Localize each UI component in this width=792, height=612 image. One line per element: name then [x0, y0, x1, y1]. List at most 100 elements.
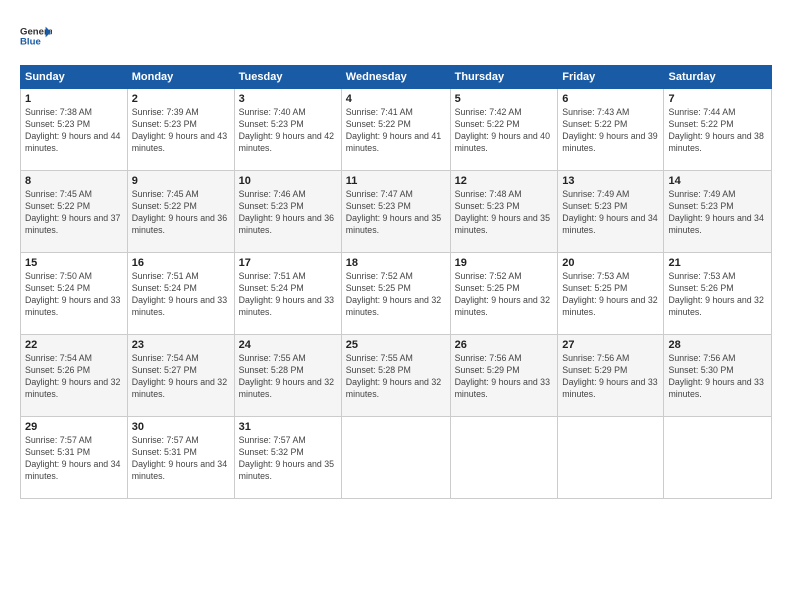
- day-cell: 4 Sunrise: 7:41 AMSunset: 5:22 PMDayligh…: [341, 89, 450, 171]
- week-row-2: 8 Sunrise: 7:45 AMSunset: 5:22 PMDayligh…: [21, 171, 772, 253]
- day-info: Sunrise: 7:54 AMSunset: 5:26 PMDaylight:…: [25, 353, 120, 399]
- day-number: 18: [346, 257, 446, 269]
- day-number: 9: [132, 175, 230, 187]
- day-cell: [450, 417, 558, 499]
- day-cell: 22 Sunrise: 7:54 AMSunset: 5:26 PMDaylig…: [21, 335, 128, 417]
- day-number: 19: [455, 257, 554, 269]
- day-info: Sunrise: 7:51 AMSunset: 5:24 PMDaylight:…: [239, 271, 334, 317]
- day-info: Sunrise: 7:45 AMSunset: 5:22 PMDaylight:…: [132, 189, 227, 235]
- day-info: Sunrise: 7:55 AMSunset: 5:28 PMDaylight:…: [239, 353, 334, 399]
- day-number: 8: [25, 175, 123, 187]
- day-number: 6: [562, 93, 659, 105]
- day-cell: 13 Sunrise: 7:49 AMSunset: 5:23 PMDaylig…: [558, 171, 664, 253]
- day-number: 31: [239, 421, 337, 433]
- day-cell: 11 Sunrise: 7:47 AMSunset: 5:23 PMDaylig…: [341, 171, 450, 253]
- day-cell: [341, 417, 450, 499]
- logo: General Blue: [20, 18, 52, 57]
- day-cell: 8 Sunrise: 7:45 AMSunset: 5:22 PMDayligh…: [21, 171, 128, 253]
- day-info: Sunrise: 7:42 AMSunset: 5:22 PMDaylight:…: [455, 107, 550, 153]
- weekday-header-monday: Monday: [127, 66, 234, 89]
- day-cell: 27 Sunrise: 7:56 AMSunset: 5:29 PMDaylig…: [558, 335, 664, 417]
- day-info: Sunrise: 7:38 AMSunset: 5:23 PMDaylight:…: [25, 107, 120, 153]
- day-cell: 1 Sunrise: 7:38 AMSunset: 5:23 PMDayligh…: [21, 89, 128, 171]
- day-cell: 18 Sunrise: 7:52 AMSunset: 5:25 PMDaylig…: [341, 253, 450, 335]
- weekday-header-tuesday: Tuesday: [234, 66, 341, 89]
- weekday-header-wednesday: Wednesday: [341, 66, 450, 89]
- day-number: 5: [455, 93, 554, 105]
- day-cell: [664, 417, 772, 499]
- day-number: 7: [668, 93, 767, 105]
- day-info: Sunrise: 7:51 AMSunset: 5:24 PMDaylight:…: [132, 271, 227, 317]
- day-info: Sunrise: 7:53 AMSunset: 5:25 PMDaylight:…: [562, 271, 657, 317]
- day-info: Sunrise: 7:57 AMSunset: 5:31 PMDaylight:…: [132, 435, 227, 481]
- day-info: Sunrise: 7:47 AMSunset: 5:23 PMDaylight:…: [346, 189, 441, 235]
- day-cell: 5 Sunrise: 7:42 AMSunset: 5:22 PMDayligh…: [450, 89, 558, 171]
- week-row-1: 1 Sunrise: 7:38 AMSunset: 5:23 PMDayligh…: [21, 89, 772, 171]
- day-cell: 29 Sunrise: 7:57 AMSunset: 5:31 PMDaylig…: [21, 417, 128, 499]
- weekday-header-thursday: Thursday: [450, 66, 558, 89]
- day-cell: 19 Sunrise: 7:52 AMSunset: 5:25 PMDaylig…: [450, 253, 558, 335]
- day-cell: 25 Sunrise: 7:55 AMSunset: 5:28 PMDaylig…: [341, 335, 450, 417]
- day-number: 21: [668, 257, 767, 269]
- day-info: Sunrise: 7:55 AMSunset: 5:28 PMDaylight:…: [346, 353, 441, 399]
- day-cell: 12 Sunrise: 7:48 AMSunset: 5:23 PMDaylig…: [450, 171, 558, 253]
- day-info: Sunrise: 7:56 AMSunset: 5:29 PMDaylight:…: [455, 353, 550, 399]
- weekday-header-friday: Friday: [558, 66, 664, 89]
- day-info: Sunrise: 7:50 AMSunset: 5:24 PMDaylight:…: [25, 271, 120, 317]
- day-number: 20: [562, 257, 659, 269]
- day-info: Sunrise: 7:57 AMSunset: 5:32 PMDaylight:…: [239, 435, 334, 481]
- calendar: SundayMondayTuesdayWednesdayThursdayFrid…: [20, 65, 772, 499]
- weekday-header-saturday: Saturday: [664, 66, 772, 89]
- day-cell: 15 Sunrise: 7:50 AMSunset: 5:24 PMDaylig…: [21, 253, 128, 335]
- day-info: Sunrise: 7:44 AMSunset: 5:22 PMDaylight:…: [668, 107, 763, 153]
- day-number: 30: [132, 421, 230, 433]
- day-cell: 30 Sunrise: 7:57 AMSunset: 5:31 PMDaylig…: [127, 417, 234, 499]
- day-cell: 26 Sunrise: 7:56 AMSunset: 5:29 PMDaylig…: [450, 335, 558, 417]
- day-number: 26: [455, 339, 554, 351]
- day-info: Sunrise: 7:52 AMSunset: 5:25 PMDaylight:…: [346, 271, 441, 317]
- day-number: 16: [132, 257, 230, 269]
- week-row-3: 15 Sunrise: 7:50 AMSunset: 5:24 PMDaylig…: [21, 253, 772, 335]
- day-number: 12: [455, 175, 554, 187]
- day-info: Sunrise: 7:41 AMSunset: 5:22 PMDaylight:…: [346, 107, 441, 153]
- day-cell: 28 Sunrise: 7:56 AMSunset: 5:30 PMDaylig…: [664, 335, 772, 417]
- day-number: 3: [239, 93, 337, 105]
- day-cell: 20 Sunrise: 7:53 AMSunset: 5:25 PMDaylig…: [558, 253, 664, 335]
- day-info: Sunrise: 7:53 AMSunset: 5:26 PMDaylight:…: [668, 271, 763, 317]
- day-cell: 3 Sunrise: 7:40 AMSunset: 5:23 PMDayligh…: [234, 89, 341, 171]
- day-cell: 24 Sunrise: 7:55 AMSunset: 5:28 PMDaylig…: [234, 335, 341, 417]
- day-info: Sunrise: 7:46 AMSunset: 5:23 PMDaylight:…: [239, 189, 334, 235]
- weekday-header-sunday: Sunday: [21, 66, 128, 89]
- day-number: 29: [25, 421, 123, 433]
- day-number: 10: [239, 175, 337, 187]
- day-cell: 31 Sunrise: 7:57 AMSunset: 5:32 PMDaylig…: [234, 417, 341, 499]
- day-info: Sunrise: 7:56 AMSunset: 5:30 PMDaylight:…: [668, 353, 763, 399]
- header: General Blue: [20, 18, 772, 57]
- day-info: Sunrise: 7:45 AMSunset: 5:22 PMDaylight:…: [25, 189, 120, 235]
- day-info: Sunrise: 7:48 AMSunset: 5:23 PMDaylight:…: [455, 189, 550, 235]
- day-number: 13: [562, 175, 659, 187]
- day-number: 25: [346, 339, 446, 351]
- day-info: Sunrise: 7:49 AMSunset: 5:23 PMDaylight:…: [668, 189, 763, 235]
- day-cell: 17 Sunrise: 7:51 AMSunset: 5:24 PMDaylig…: [234, 253, 341, 335]
- day-info: Sunrise: 7:49 AMSunset: 5:23 PMDaylight:…: [562, 189, 657, 235]
- day-number: 11: [346, 175, 446, 187]
- day-number: 22: [25, 339, 123, 351]
- day-number: 2: [132, 93, 230, 105]
- day-info: Sunrise: 7:54 AMSunset: 5:27 PMDaylight:…: [132, 353, 227, 399]
- day-number: 14: [668, 175, 767, 187]
- day-info: Sunrise: 7:43 AMSunset: 5:22 PMDaylight:…: [562, 107, 657, 153]
- day-number: 28: [668, 339, 767, 351]
- page: General Blue SundayMondayTuesdayWednesda…: [0, 0, 792, 612]
- day-cell: 21 Sunrise: 7:53 AMSunset: 5:26 PMDaylig…: [664, 253, 772, 335]
- week-row-4: 22 Sunrise: 7:54 AMSunset: 5:26 PMDaylig…: [21, 335, 772, 417]
- day-cell: [558, 417, 664, 499]
- day-cell: 6 Sunrise: 7:43 AMSunset: 5:22 PMDayligh…: [558, 89, 664, 171]
- day-number: 4: [346, 93, 446, 105]
- day-cell: 10 Sunrise: 7:46 AMSunset: 5:23 PMDaylig…: [234, 171, 341, 253]
- day-cell: 2 Sunrise: 7:39 AMSunset: 5:23 PMDayligh…: [127, 89, 234, 171]
- day-number: 27: [562, 339, 659, 351]
- day-info: Sunrise: 7:39 AMSunset: 5:23 PMDaylight:…: [132, 107, 227, 153]
- day-number: 1: [25, 93, 123, 105]
- week-row-5: 29 Sunrise: 7:57 AMSunset: 5:31 PMDaylig…: [21, 417, 772, 499]
